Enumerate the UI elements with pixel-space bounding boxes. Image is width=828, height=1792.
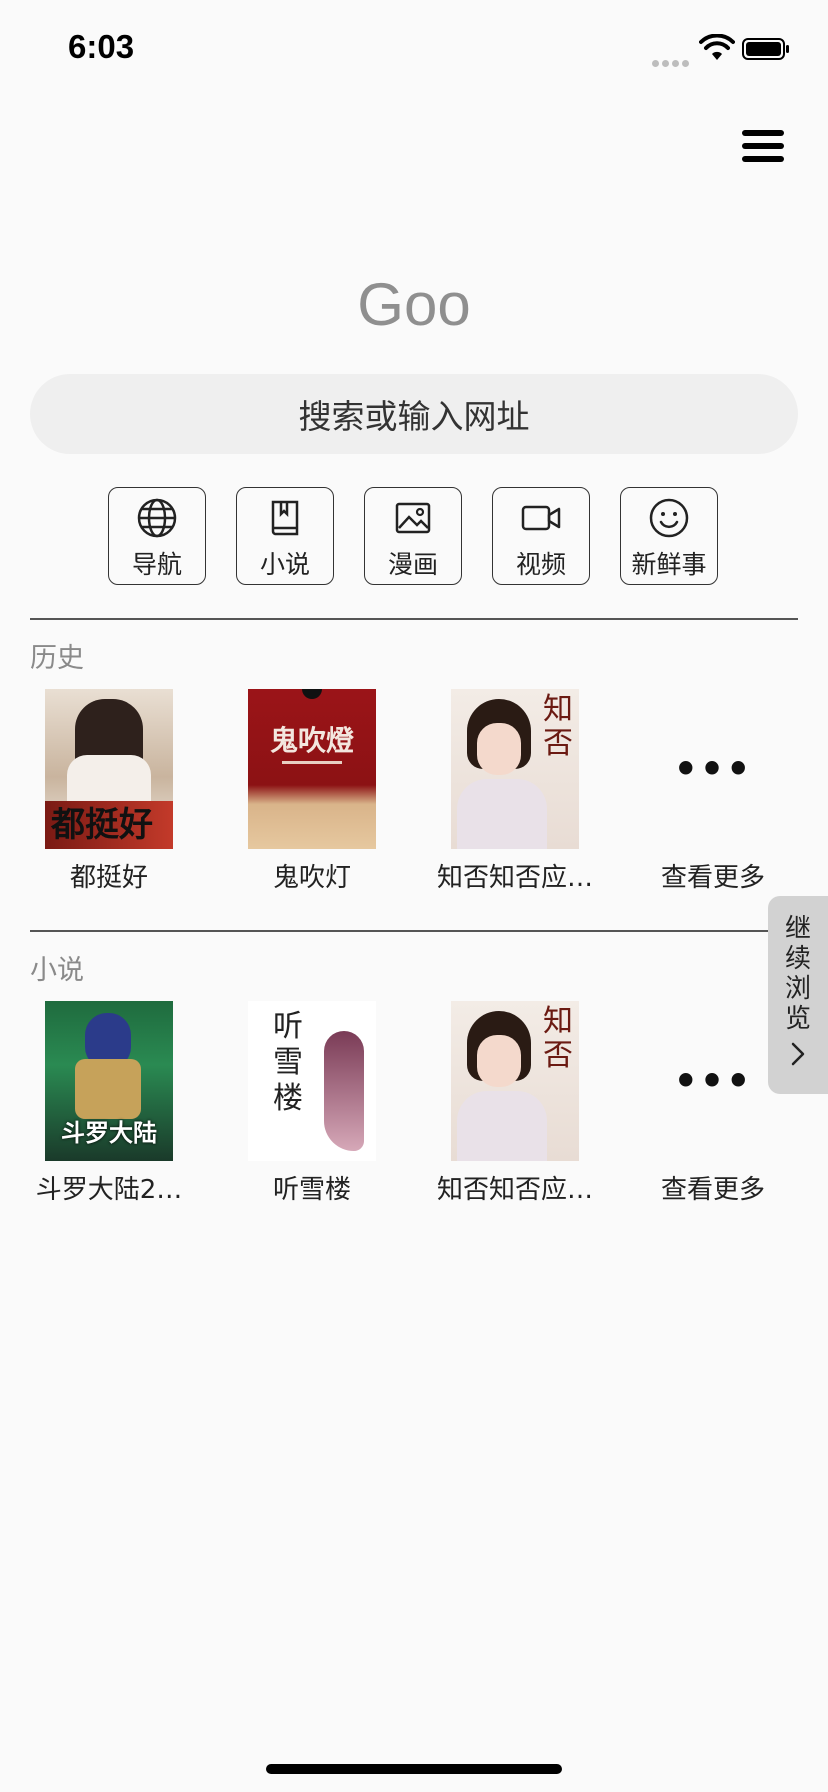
globe-icon xyxy=(137,498,177,538)
book-cover: 都挺好 xyxy=(45,689,173,849)
battery-icon xyxy=(742,38,789,60)
tool-news[interactable]: 新鲜事 xyxy=(620,487,718,585)
more-icon: ••• xyxy=(673,1059,753,1103)
novel-item[interactable]: 听雪楼 听雪楼 xyxy=(217,1001,407,1206)
video-icon xyxy=(521,505,561,531)
menu-line xyxy=(742,156,784,162)
cellular-signal-icon xyxy=(652,52,692,67)
item-title: 知否知否应… xyxy=(436,1175,593,1205)
item-title: 知否知否应… xyxy=(436,863,593,893)
cover-title: 知否 xyxy=(543,1004,573,1073)
tool-label: 新鲜事 xyxy=(631,550,707,579)
history-title: 历史 xyxy=(30,643,84,674)
cover-title: 都挺好 xyxy=(51,805,153,845)
tool-label: 导航 xyxy=(131,550,182,579)
book-icon xyxy=(271,500,299,536)
tool-label: 小说 xyxy=(259,550,310,579)
more-label: 查看更多 xyxy=(660,863,765,893)
more-label: 查看更多 xyxy=(660,1175,765,1205)
continue-browsing-label: 继续浏览 xyxy=(784,914,811,1034)
book-cover: 知否 xyxy=(451,1001,579,1161)
tool-novel[interactable]: 小说 xyxy=(236,487,334,585)
menu-line xyxy=(742,130,784,136)
item-title: 听雪楼 xyxy=(272,1175,351,1205)
cover-title: 斗罗大陆 xyxy=(61,1119,157,1147)
status-time: 6:03 xyxy=(68,28,135,65)
item-title: 都挺好 xyxy=(69,863,148,893)
book-cover: 知否 xyxy=(451,689,579,849)
quick-tools: 导航 小说 漫画 视频 新鲜事 xyxy=(0,487,828,587)
home-indicator[interactable] xyxy=(266,1764,562,1774)
logo-text: Goo xyxy=(357,271,471,338)
tool-label: 漫画 xyxy=(387,550,438,579)
continue-browsing-tab[interactable]: 继续浏览 xyxy=(768,896,828,1094)
divider xyxy=(30,618,798,620)
history-item[interactable]: 都挺好 都挺好 xyxy=(14,689,204,894)
tool-navigation[interactable]: 导航 xyxy=(108,487,206,585)
cover-title: 知否 xyxy=(543,692,573,761)
history-more[interactable]: ••• 查看更多 xyxy=(618,689,808,894)
item-title: 斗罗大陆2… xyxy=(35,1175,183,1205)
tool-comic[interactable]: 漫画 xyxy=(364,487,462,585)
book-cover: 鬼吹燈 xyxy=(248,689,376,849)
image-icon xyxy=(395,502,431,534)
search-bar[interactable]: 搜索或输入网址 xyxy=(30,374,798,454)
cover-title: 听雪楼 xyxy=(273,1009,303,1116)
divider xyxy=(30,930,782,932)
cover-title: 鬼吹燈 xyxy=(269,724,354,757)
novel-item[interactable]: 知否 知否知否应… xyxy=(420,1001,610,1206)
menu-button[interactable] xyxy=(742,130,784,166)
menu-line xyxy=(742,143,784,149)
chevron-right-icon xyxy=(791,1042,805,1066)
novels-title: 小说 xyxy=(30,955,84,986)
history-item[interactable]: 鬼吹燈 鬼吹灯 xyxy=(217,689,407,894)
tool-label: 视频 xyxy=(515,550,566,579)
wifi-icon xyxy=(699,34,735,60)
book-cover: 斗罗大陆 xyxy=(45,1001,173,1161)
more-icon: ••• xyxy=(673,747,753,791)
history-item[interactable]: 知否 知否知否应… xyxy=(420,689,610,894)
item-title: 鬼吹灯 xyxy=(272,863,351,893)
search-placeholder: 搜索或输入网址 xyxy=(298,397,530,436)
book-cover: 听雪楼 xyxy=(248,1001,376,1161)
tool-video[interactable]: 视频 xyxy=(492,487,590,585)
smile-icon xyxy=(649,498,689,538)
novel-item[interactable]: 斗罗大陆 斗罗大陆2… xyxy=(14,1001,204,1206)
